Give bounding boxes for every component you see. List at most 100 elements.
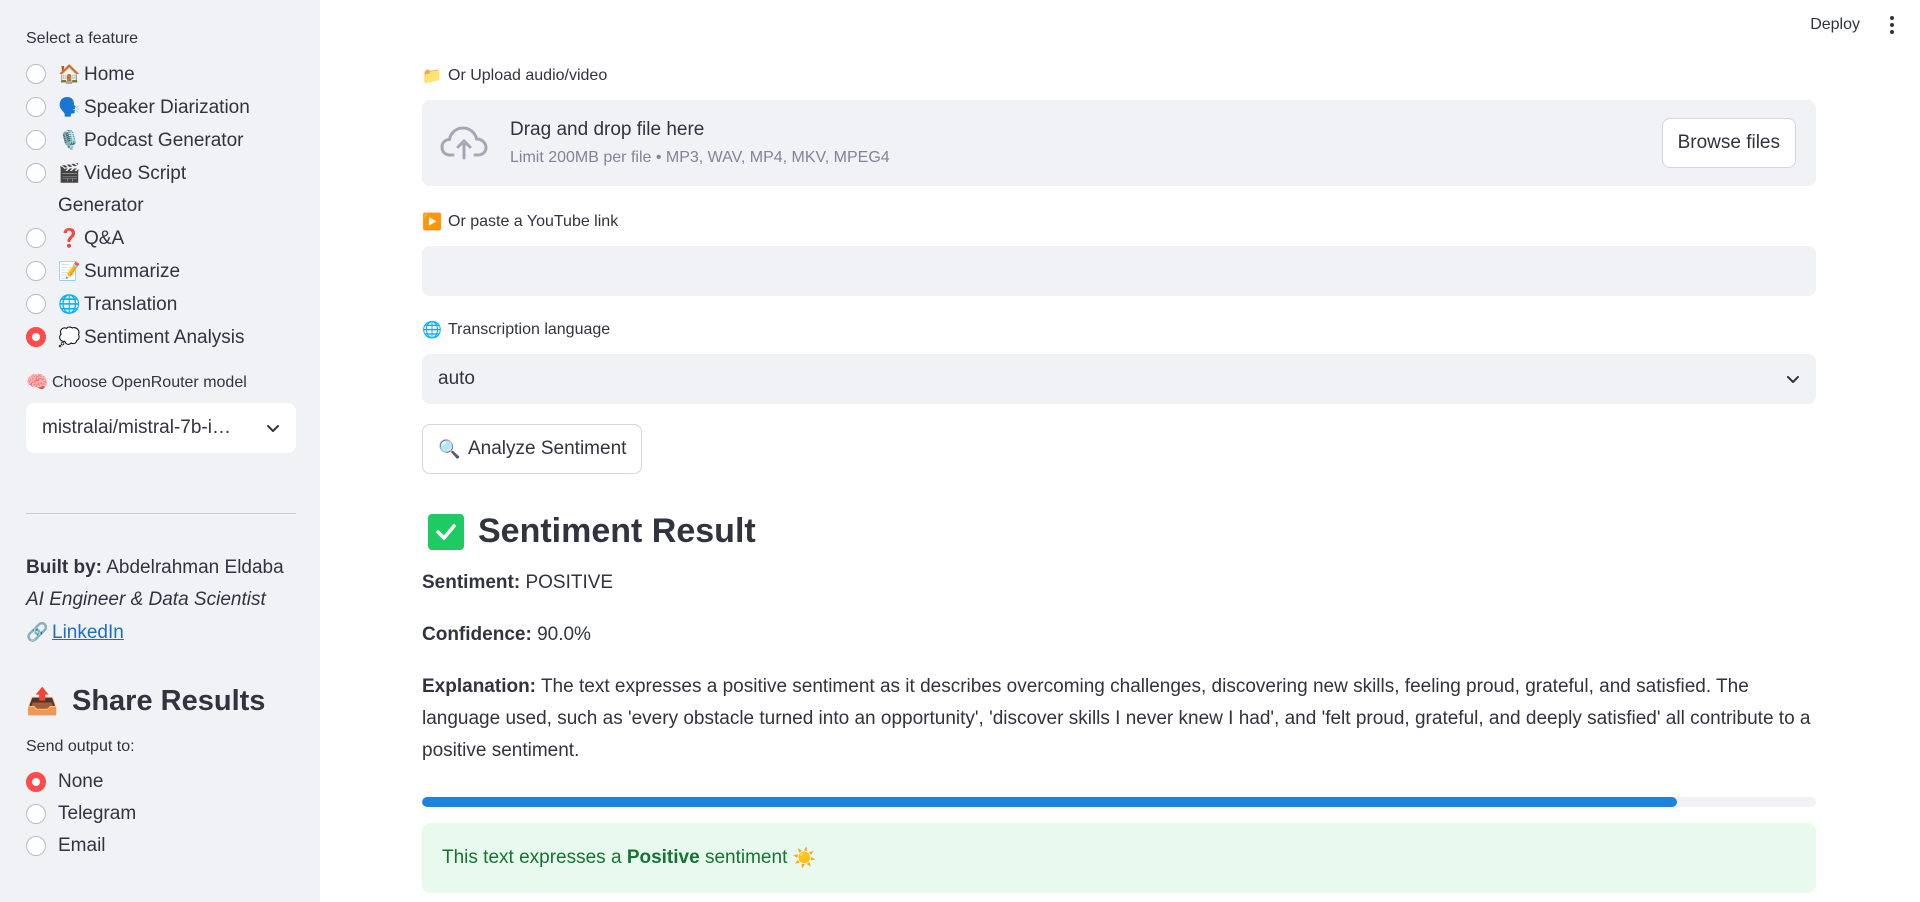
feature-option-label: Home <box>84 64 135 85</box>
linkedin-link[interactable]: LinkedIn <box>52 622 124 643</box>
app-root: Select a feature 🏠 Home 🗣️ Speaker Diariza… <box>0 0 1920 902</box>
author-info: Built by: Abdelrahman Eldaba AI Engineer… <box>26 552 294 649</box>
send-option-label: Telegram <box>58 803 137 824</box>
radio-button[interactable] <box>26 163 46 183</box>
language-select-value: auto <box>438 368 475 389</box>
built-by-label: Built by: <box>26 557 102 578</box>
feature-option-qa[interactable]: ❓ Q&A <box>26 222 294 255</box>
language-label-text: Transcription language <box>448 321 611 338</box>
result-title: Sentiment Result <box>478 512 756 550</box>
success-prefix: This text expresses a <box>442 847 622 868</box>
sentiment-line: Sentiment: POSITIVE <box>422 567 1816 599</box>
success-suffix: sentiment <box>704 847 788 868</box>
radio-button[interactable] <box>26 64 46 84</box>
success-bold-word: Positive <box>626 847 700 868</box>
success-alert: This text expresses a Positive sentiment… <box>422 823 1816 893</box>
radio-button[interactable] <box>26 130 46 150</box>
language-select[interactable]: auto <box>422 354 1816 404</box>
analyze-sentiment-label: Analyze Sentiment <box>468 438 627 459</box>
language-label: 🌐 Transcription language <box>422 319 1816 341</box>
model-select-label: 🧠 Choose OpenRouter model <box>26 372 294 393</box>
send-option-label: None <box>58 771 104 792</box>
feature-option-label: Podcast Generator <box>84 130 244 151</box>
send-option-none[interactable]: None <box>26 766 294 798</box>
confidence-value: 90.0% <box>537 624 591 645</box>
radio-button[interactable] <box>26 261 46 281</box>
radio-button[interactable] <box>26 97 46 117</box>
feature-option-label: Translation <box>84 294 178 315</box>
main-content: Deploy 📁 Or Upload audio/video Drag and … <box>320 0 1920 902</box>
feature-option-label: Speaker Diarization <box>84 97 250 118</box>
chevron-down-icon <box>1787 376 1799 383</box>
folder-icon: 📁 <box>422 68 442 85</box>
feature-select-label: Select a feature <box>26 30 139 47</box>
deploy-button[interactable]: Deploy <box>1810 16 1860 34</box>
analyze-sentiment-button[interactable]: 🔍 Analyze Sentiment <box>422 424 643 474</box>
send-option-telegram[interactable]: Telegram <box>26 798 294 830</box>
feature-radio-group: 🏠 Home 🗣️ Speaker Diarization 🎙️ Podcast Ge… <box>26 58 294 354</box>
model-select-value: mistralai/mistral-7b-i… <box>42 417 231 438</box>
youtube-label-text: Or paste a YouTube link <box>448 213 619 230</box>
check-mark-icon <box>428 513 464 550</box>
author-role: AI Engineer & Data Scientist <box>26 589 266 610</box>
sun-icon: ☀️ <box>792 848 817 869</box>
send-option-label: Email <box>58 835 106 856</box>
send-option-email[interactable]: Email <box>26 830 294 862</box>
upload-label: 📁 Or Upload audio/video <box>422 65 1816 87</box>
send-output-label: Send output to: <box>26 738 135 755</box>
play-button-icon: ▶️ <box>422 214 442 231</box>
kebab-menu-icon[interactable] <box>1886 14 1898 36</box>
top-toolbar: Deploy <box>1810 14 1898 36</box>
send-output-radio-group: None Telegram Email <box>26 766 294 862</box>
feature-option-label: Summarize <box>84 261 181 282</box>
radio-button[interactable] <box>26 294 46 314</box>
feature-option-label: Sentiment Analysis <box>84 327 245 348</box>
feature-option-label: Q&A <box>84 228 125 249</box>
author-name: Abdelrahman Eldaba <box>106 557 284 578</box>
upload-label-text: Or Upload audio/video <box>448 67 608 84</box>
explanation-paragraph: Explanation: The text expresses a positi… <box>422 671 1816 767</box>
speaking-head-icon: 🗣️ <box>58 97 81 117</box>
sentiment-label: Sentiment: <box>422 572 521 593</box>
microphone-icon: 🎙️ <box>58 130 81 150</box>
sidebar: Select a feature 🏠 Home 🗣️ Speaker Diariza… <box>0 0 320 902</box>
radio-button[interactable] <box>26 804 46 824</box>
chevron-down-icon <box>267 425 279 432</box>
dropzone-instructions: Drag and drop file here <box>510 119 705 140</box>
brain-icon: 🧠 <box>26 372 49 392</box>
question-mark-icon: ❓ <box>58 228 81 248</box>
radio-button[interactable] <box>26 228 46 248</box>
home-emoji-icon: 🏠 <box>58 64 81 84</box>
radio-button-selected[interactable] <box>26 772 46 792</box>
globe-icon: 🌐 <box>422 322 442 339</box>
model-select-label-text: Choose OpenRouter model <box>52 373 247 391</box>
confidence-label: Confidence: <box>422 624 532 645</box>
confidence-progress-bar <box>422 797 1816 807</box>
feature-option-summarize[interactable]: 📝 Summarize <box>26 255 294 288</box>
file-dropzone[interactable]: Drag and drop file here Limit 200MB per … <box>422 100 1816 186</box>
feature-option-translation[interactable]: 🌐 Translation <box>26 288 294 321</box>
result-heading: Sentiment Result <box>422 512 1816 551</box>
magnifying-glass-icon: 🔍 <box>438 438 461 459</box>
radio-button-selected[interactable] <box>26 327 46 347</box>
radio-button[interactable] <box>26 836 46 856</box>
youtube-link-input[interactable] <box>422 246 1816 296</box>
feature-option-home[interactable]: 🏠 Home <box>26 58 294 91</box>
memo-icon: 📝 <box>58 261 81 281</box>
clapperboard-icon: 🎬 <box>58 163 81 183</box>
explanation-label: Explanation: <box>422 676 537 697</box>
globe-icon: 🌐 <box>58 294 81 314</box>
browse-files-button[interactable]: Browse files <box>1661 118 1796 168</box>
dropzone-limit-text: Limit 200MB per file • MP3, WAV, MP4, MK… <box>510 149 890 166</box>
feature-option-video-script-generator[interactable]: 🎬 Video Script Generator <box>26 157 294 222</box>
model-select-dropdown[interactable]: mistralai/mistral-7b-i… <box>26 403 296 453</box>
feature-option-speaker-diarization[interactable]: 🗣️ Speaker Diarization <box>26 91 294 124</box>
share-results-title: Share Results <box>72 685 266 717</box>
confidence-progress-fill <box>422 797 1677 807</box>
feature-panel: 📁 Or Upload audio/video Drag and drop fi… <box>422 0 1816 893</box>
feature-option-podcast-generator[interactable]: 🎙️ Podcast Generator <box>26 124 294 157</box>
share-results-heading: 📤 Share Results <box>26 685 294 718</box>
feature-option-sentiment-analysis[interactable]: 💭 Sentiment Analysis <box>26 321 294 354</box>
thought-bubble-icon: 💭 <box>58 327 81 347</box>
link-icon: 🔗 <box>26 622 49 642</box>
